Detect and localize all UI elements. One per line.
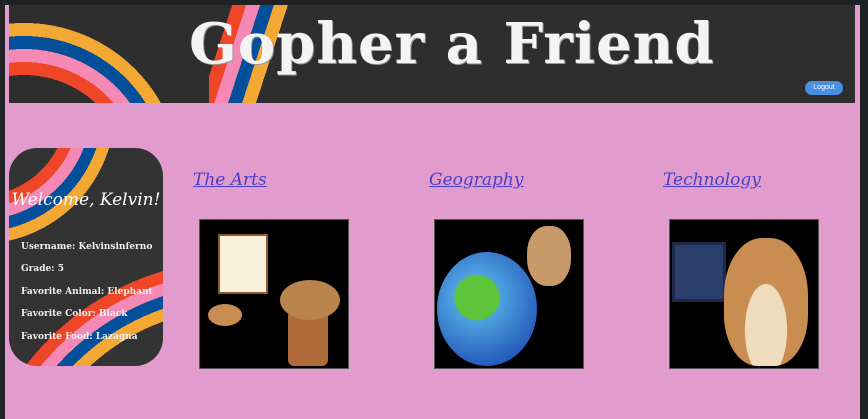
- category-arts: The Arts: [193, 170, 267, 190]
- laptop: [672, 242, 726, 302]
- globe: [437, 252, 537, 366]
- header-banner: Gopher a Friend Logout: [9, 5, 855, 103]
- palette: [208, 304, 242, 326]
- site-title: Gopher a Friend: [189, 11, 715, 77]
- technology-gopher-image[interactable]: [669, 219, 819, 369]
- logout-button[interactable]: Logout: [805, 81, 843, 95]
- category-link-technology[interactable]: Technology: [663, 170, 761, 190]
- category-technology: Technology: [663, 170, 761, 190]
- favorite-animal-field: Favorite Animal: Elephant: [21, 287, 153, 297]
- page: Gopher a Friend Logout Welcome, Kelvin! …: [5, 5, 860, 419]
- username-field: Username: Kelvinsinferno: [21, 242, 153, 252]
- favorite-food-field: Favorite Food: Lazagna: [21, 332, 138, 342]
- gopher: [280, 280, 340, 320]
- easel-canvas: [218, 234, 268, 294]
- category-geography: Geography: [429, 170, 523, 190]
- favorite-color-field: Favorite Color: Black: [21, 309, 128, 319]
- grade-field: Grade: 5: [21, 264, 64, 274]
- rainbow-decoration: [9, 5, 194, 103]
- gopher: [527, 226, 571, 286]
- profile-card: Welcome, Kelvin! Username: Kelvinsinfern…: [9, 148, 163, 366]
- category-link-geography[interactable]: Geography: [429, 170, 523, 190]
- welcome-heading: Welcome, Kelvin!: [11, 190, 161, 210]
- category-link-arts[interactable]: The Arts: [193, 170, 267, 190]
- gopher: [724, 238, 808, 366]
- arts-gopher-image[interactable]: [199, 219, 349, 369]
- geography-gopher-image[interactable]: [434, 219, 584, 369]
